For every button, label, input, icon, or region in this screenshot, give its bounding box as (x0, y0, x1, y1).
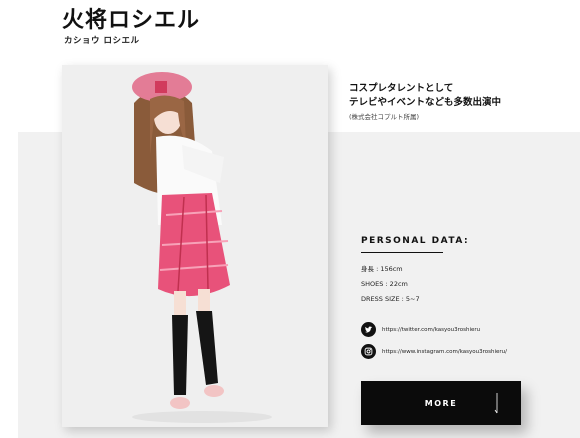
shoes-stat: SHOES : 22cm (361, 280, 408, 288)
personal-data-section: PERSONAL DATA: 身長 : 156cm SHOES : 22cm D… (361, 236, 469, 307)
talent-name-kana: カショウ ロシエル (64, 36, 140, 46)
profile-photo (62, 65, 328, 427)
heading-divider (361, 252, 443, 253)
twitter-url[interactable]: https://twitter.com/kasyou3roshieru (382, 327, 480, 333)
more-button[interactable]: MORE (361, 381, 521, 425)
intro-line: コスプレタレントとして (349, 83, 454, 94)
arrow-down-icon (494, 393, 498, 414)
instagram-link[interactable]: https://www.instagram.com/kasyou3roshier… (361, 344, 507, 359)
agency-note: (株式会社コプルト所属) (349, 113, 420, 121)
twitter-link[interactable]: https://twitter.com/kasyou3roshieru (361, 322, 480, 337)
dress-size-stat: DRESS SIZE : 5~7 (361, 295, 420, 303)
personal-data-heading: PERSONAL DATA: (361, 236, 470, 246)
twitter-icon[interactable] (361, 322, 376, 337)
instagram-url[interactable]: https://www.instagram.com/kasyou3roshier… (382, 349, 507, 355)
talent-name: 火将ロシエル (62, 8, 201, 33)
talent-introduction: コスプレタレントとして テレビやイベントなども多数出演中 (株式会社コプルト所属… (349, 82, 501, 121)
instagram-icon[interactable] (361, 344, 376, 359)
more-button-label: MORE (424, 398, 458, 408)
intro-line: テレビやイベントなども多数出演中 (349, 97, 502, 108)
height-stat: 身長 : 156cm (361, 265, 403, 273)
